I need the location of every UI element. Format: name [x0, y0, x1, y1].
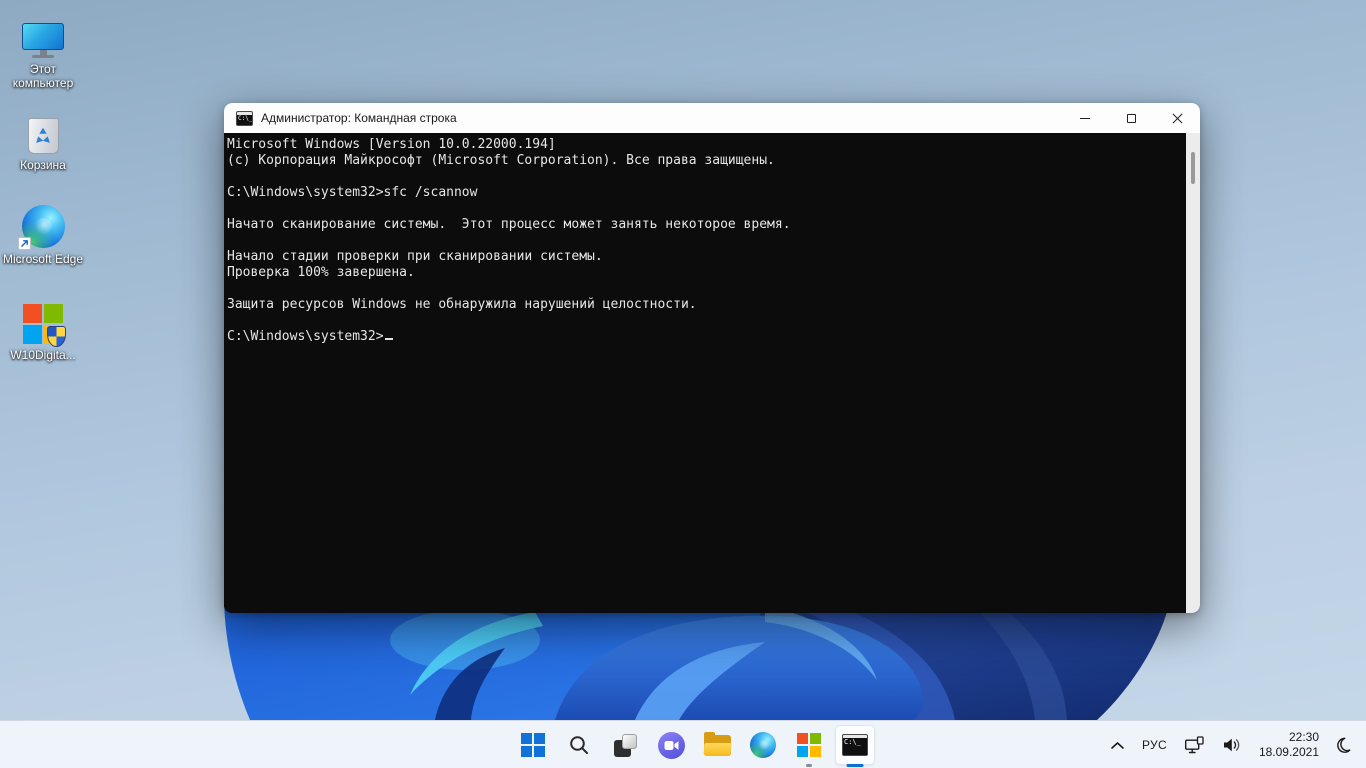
task-view-button[interactable] — [605, 725, 645, 765]
network-button[interactable] — [1179, 727, 1210, 763]
command-prompt-taskbar-button[interactable]: C:\_ — [835, 725, 875, 765]
console-area[interactable]: Microsoft Windows [Version 10.0.22000.19… — [224, 133, 1200, 613]
running-indicator — [806, 764, 812, 767]
console-line: Начато сканирование системы. Этот процес… — [227, 217, 1184, 233]
console-line: Начало стадии проверки при сканировании … — [227, 249, 1184, 265]
edge-button[interactable] — [743, 725, 783, 765]
desktop-icon-label: W10Digita... — [10, 348, 75, 362]
wallpaper-bloom-flower — [205, 600, 1180, 720]
taskbar: C:\_ РУС — [0, 720, 1366, 768]
chat-button[interactable] — [651, 725, 691, 765]
text-cursor — [385, 338, 393, 340]
chat-teams-icon — [658, 732, 685, 759]
console-line — [227, 313, 1184, 329]
desktop-icon-label: Этот компьютер — [2, 62, 84, 90]
command-prompt-window: C:\_ Администратор: Командная строка Mic… — [224, 103, 1200, 613]
ms-colored-logo-icon — [797, 733, 821, 757]
file-explorer-icon — [704, 735, 731, 756]
console-line — [227, 169, 1184, 185]
window-title: Администратор: Командная строка — [261, 111, 457, 125]
minimize-button[interactable] — [1062, 103, 1108, 133]
scrollbar-thumb[interactable] — [1191, 152, 1195, 184]
windows-start-icon — [521, 733, 545, 757]
window-titlebar[interactable]: C:\_ Администратор: Командная строка — [224, 103, 1200, 133]
volume-button[interactable] — [1217, 727, 1247, 763]
minimize-icon — [1080, 118, 1090, 119]
maximize-icon — [1127, 114, 1136, 123]
console-line: Защита ресурсов Windows не обнаружила на… — [227, 297, 1184, 313]
network-ethernet-icon — [1184, 736, 1205, 755]
desktop-icon-label: Корзина — [20, 158, 66, 172]
file-explorer-button[interactable] — [697, 725, 737, 765]
desktop-icon-label: Microsoft Edge — [3, 252, 83, 266]
focus-assist-button[interactable] — [1331, 727, 1358, 763]
language-indicator[interactable]: РУС — [1137, 727, 1172, 763]
desktop-icon-this-pc[interactable]: Этот компьютер — [2, 10, 84, 90]
uac-shield-icon — [47, 326, 66, 347]
console-line — [227, 233, 1184, 249]
taskbar-center-icons: C:\_ — [513, 725, 875, 765]
speaker-volume-icon — [1222, 737, 1242, 753]
chevron-up-icon — [1110, 741, 1125, 750]
moon-icon — [1336, 737, 1353, 754]
desktop-icon-w10digital[interactable]: W10Digita... — [2, 296, 84, 362]
desktop-icon-microsoft-edge[interactable]: Microsoft Edge — [2, 200, 84, 266]
this-pc-icon — [22, 23, 64, 58]
console-line: C:\Windows\system32>sfc /scannow — [227, 185, 1184, 201]
edge-icon — [22, 205, 65, 248]
cmd-icon: C:\_ — [842, 734, 868, 756]
console-scrollbar[interactable] — [1186, 133, 1200, 613]
close-icon — [1172, 113, 1183, 124]
console-prompt-line: C:\Windows\system32> — [227, 329, 1184, 345]
console-line: (c) Корпорация Майкрософт (Microsoft Cor… — [227, 153, 1184, 169]
tray-date: 18.09.2021 — [1259, 745, 1319, 760]
console-line: Microsoft Windows [Version 10.0.22000.19… — [227, 137, 1184, 153]
console-line: Проверка 100% завершена. — [227, 265, 1184, 281]
system-tray: РУС 22:30 18.09. — [1105, 721, 1358, 768]
console-output: Microsoft Windows [Version 10.0.22000.19… — [227, 137, 1184, 345]
console-line — [227, 201, 1184, 217]
maximize-button[interactable] — [1108, 103, 1154, 133]
close-button[interactable] — [1154, 103, 1200, 133]
search-button[interactable] — [559, 725, 599, 765]
clock-button[interactable]: 22:30 18.09.2021 — [1254, 727, 1324, 763]
start-button[interactable] — [513, 725, 553, 765]
task-view-icon — [614, 734, 637, 757]
cmd-icon: C:\_ — [236, 111, 253, 126]
recycle-bin-icon — [28, 118, 59, 154]
active-window-indicator — [847, 764, 864, 767]
desktop-icon-recycle-bin[interactable]: Корзина — [2, 106, 84, 172]
console-line — [227, 281, 1184, 297]
hidden-icons-button[interactable] — [1105, 727, 1130, 763]
w10digital-running-button[interactable] — [789, 725, 829, 765]
edge-icon — [750, 732, 776, 758]
shortcut-arrow-icon — [18, 237, 31, 250]
search-icon — [568, 734, 590, 756]
windows-colored-logo-icon — [23, 304, 63, 344]
tray-time: 22:30 — [1259, 730, 1319, 745]
desktop-wallpaper: Этот компьютер Корзина Microsoft Edge — [0, 0, 1366, 768]
